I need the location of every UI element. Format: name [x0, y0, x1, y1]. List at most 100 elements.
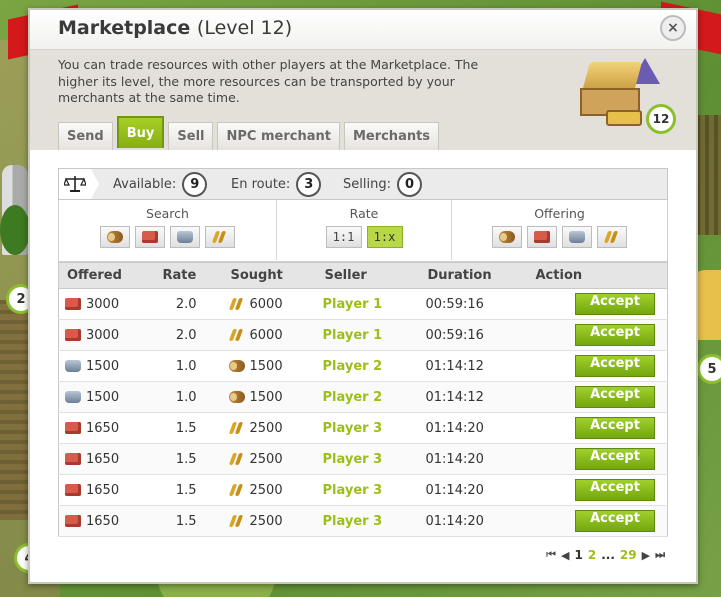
- sought-cell: 2500: [222, 412, 317, 444]
- map-tree: [0, 205, 30, 255]
- page-link-last[interactable]: 29: [620, 548, 637, 562]
- rate-cell: 1.0: [154, 381, 223, 413]
- action-cell: Accept: [527, 474, 668, 506]
- rate-cell: 1.5: [154, 474, 223, 506]
- duration-cell: 01:14:20: [419, 505, 528, 537]
- map-building-badge[interactable]: 5: [697, 354, 721, 384]
- seller-link[interactable]: Player 3: [316, 412, 420, 444]
- header-rate: Rate: [154, 262, 223, 289]
- seller-link[interactable]: Player 2: [316, 350, 420, 382]
- offering-crop-button[interactable]: [597, 226, 627, 248]
- sought-cell: 1500: [222, 381, 317, 413]
- offering-wood-button[interactable]: [492, 226, 522, 248]
- wood-icon: [107, 231, 123, 243]
- rate-filter-group: Rate 1:1 1:x: [276, 200, 451, 260]
- sought-amount: 1500: [249, 389, 283, 405]
- seller-link[interactable]: Player 1: [316, 319, 420, 351]
- building-level-badge: 12: [646, 104, 676, 134]
- seller-link[interactable]: Player 3: [316, 505, 420, 537]
- accept-button[interactable]: Accept: [575, 448, 655, 470]
- crop-icon: [229, 484, 245, 496]
- table-header-row: Offered Rate Sought Seller Duration Acti…: [58, 262, 668, 289]
- wood-icon: [228, 391, 245, 403]
- accept-button[interactable]: Accept: [575, 324, 655, 346]
- dialog-header: Marketplace (Level 12) ×: [30, 10, 696, 50]
- prev-page-icon[interactable]: ◀: [561, 549, 569, 562]
- accept-button[interactable]: Accept: [575, 479, 655, 501]
- clay-icon: [65, 515, 81, 527]
- iron-icon: [177, 231, 193, 243]
- offered-amount: 1650: [86, 513, 120, 529]
- tab-send[interactable]: Send: [58, 122, 113, 150]
- stat-selling-value: 0: [396, 171, 422, 197]
- seller-link[interactable]: Player 3: [316, 443, 420, 475]
- last-page-icon[interactable]: ⏭: [655, 548, 665, 562]
- close-button[interactable]: ×: [660, 15, 686, 41]
- tab-merchants[interactable]: Merchants: [343, 122, 440, 150]
- rate-cell: 2.0: [154, 319, 223, 351]
- search-iron-button[interactable]: [170, 226, 200, 248]
- crop-icon: [229, 515, 245, 527]
- search-filter-group: Search: [59, 200, 276, 260]
- page-current: 1: [574, 548, 583, 562]
- accept-button[interactable]: Accept: [575, 355, 655, 377]
- offered-amount: 1500: [86, 358, 120, 374]
- offered-cell: 1650: [58, 505, 155, 537]
- iron-icon: [569, 231, 585, 243]
- header-action: Action: [527, 262, 668, 289]
- action-cell: Accept: [527, 381, 668, 413]
- table-row: 1500 1.0 1500 Player 2 01:14:12 Accept: [58, 381, 668, 413]
- accept-button[interactable]: Accept: [575, 293, 655, 315]
- crop-icon: [212, 231, 228, 243]
- cart-icon: [606, 110, 642, 126]
- offering-clay-button[interactable]: [527, 226, 557, 248]
- offers-table-body: 3000 2.0 6000 Player 1 00:59:16 Accept 3…: [58, 288, 668, 537]
- rate-1-x-button[interactable]: 1:x: [366, 226, 403, 248]
- header-duration: Duration: [419, 262, 528, 289]
- stat-selling-label: Selling:: [343, 176, 391, 192]
- offering-iron-button[interactable]: [562, 226, 592, 248]
- accept-button[interactable]: Accept: [575, 386, 655, 408]
- rate-1-1-button[interactable]: 1:1: [325, 226, 362, 248]
- duration-cell: 01:14:20: [419, 474, 528, 506]
- first-page-icon[interactable]: ⏮: [546, 548, 556, 562]
- accept-button[interactable]: Accept: [575, 417, 655, 439]
- offers-table: Offered Rate Sought Seller Duration Acti…: [58, 262, 668, 537]
- offered-cell: 1650: [58, 443, 155, 475]
- offered-amount: 3000: [86, 327, 120, 343]
- offered-amount: 1650: [86, 451, 120, 467]
- seller-link[interactable]: Player 3: [316, 474, 420, 506]
- next-page-icon[interactable]: ▶: [642, 549, 650, 562]
- dialog-title-name: Marketplace: [58, 17, 191, 39]
- rate-cell: 2.0: [154, 288, 223, 320]
- rate-cell: 1.5: [154, 412, 223, 444]
- crop-icon: [229, 453, 245, 465]
- page-link[interactable]: 2: [588, 548, 596, 562]
- sought-cell: 2500: [222, 443, 317, 475]
- search-wood-button[interactable]: [100, 226, 130, 248]
- table-row: 1650 1.5 2500 Player 3 01:14:20 Accept: [58, 412, 668, 444]
- tab-sell[interactable]: Sell: [168, 122, 214, 150]
- stat-available-label: Available:: [113, 176, 177, 192]
- seller-link[interactable]: Player 1: [316, 288, 420, 320]
- sought-cell: 6000: [222, 288, 317, 320]
- seller-link[interactable]: Player 2: [316, 381, 420, 413]
- stat-selling: Selling: 0: [343, 169, 422, 199]
- search-clay-button[interactable]: [135, 226, 165, 248]
- duration-cell: 01:14:20: [419, 443, 528, 475]
- stat-available: Available: 9: [113, 169, 208, 199]
- search-crop-button[interactable]: [205, 226, 235, 248]
- accept-button[interactable]: Accept: [575, 510, 655, 532]
- clay-icon: [142, 231, 158, 243]
- offered-cell: 1500: [58, 350, 155, 382]
- clay-icon: [65, 422, 81, 434]
- tab-npc-merchant[interactable]: NPC merchant: [217, 122, 340, 150]
- rate-filter-title: Rate: [349, 206, 379, 221]
- table-row: 1500 1.0 1500 Player 2 01:14:12 Accept: [58, 350, 668, 382]
- offered-cell: 3000: [58, 319, 155, 351]
- tab-buy[interactable]: Buy: [116, 116, 165, 148]
- sought-amount: 6000: [249, 296, 283, 312]
- offered-cell: 3000: [58, 288, 155, 320]
- table-row: 3000 2.0 6000 Player 1 00:59:16 Accept: [58, 288, 668, 320]
- rate-cell: 1.5: [154, 443, 223, 475]
